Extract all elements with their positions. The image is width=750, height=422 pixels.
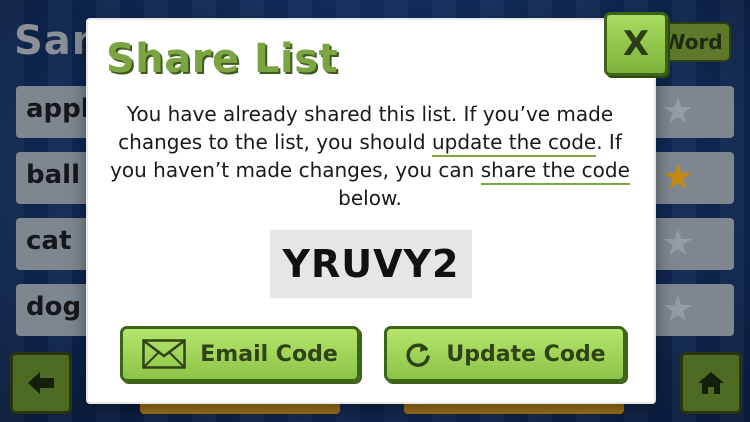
list-item-label: ball: [26, 160, 80, 190]
dialog-message: You have already shared this list. If yo…: [110, 100, 630, 212]
star-filled-icon: ★: [661, 157, 694, 198]
home-icon: [680, 352, 742, 414]
close-button[interactable]: X: [604, 12, 668, 76]
envelope-icon: [142, 339, 187, 369]
share-code-link[interactable]: share the code: [480, 158, 630, 185]
list-item-label: cat: [26, 226, 72, 256]
update-code-label: Update Code: [446, 341, 606, 367]
dialog-title: Share List: [106, 36, 339, 82]
star-icon: ★: [661, 91, 694, 132]
update-code-link[interactable]: update the code: [431, 130, 597, 157]
email-code-button[interactable]: Email Code: [120, 326, 360, 382]
background-bottom-bar: [140, 402, 340, 414]
update-code-button[interactable]: Update Code: [384, 326, 626, 382]
background-bottom-bar: [404, 402, 624, 414]
email-code-label: Email Code: [200, 341, 338, 367]
list-item-label: appl: [26, 94, 90, 124]
star-icon: ★: [661, 223, 694, 264]
close-icon: X: [622, 24, 650, 64]
share-code-display: YRUVY2: [270, 230, 472, 298]
message-text: below.: [338, 186, 402, 210]
star-icon: ★: [661, 289, 694, 330]
back-arrow-icon: [10, 352, 72, 414]
refresh-icon: [404, 340, 432, 368]
list-item-label: dog: [26, 292, 82, 322]
